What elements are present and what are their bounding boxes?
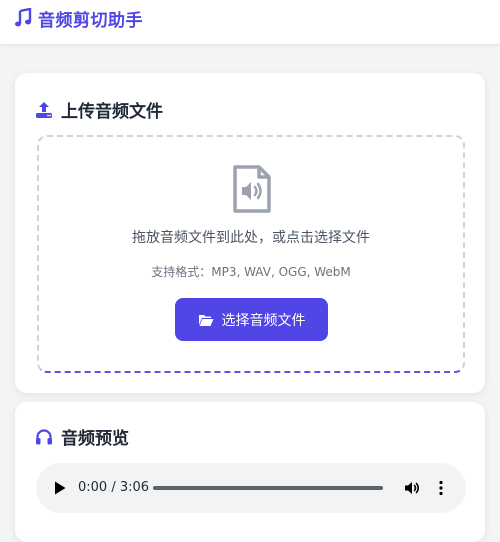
drop-zone[interactable]: 拖放音频文件到此处，或点击选择文件 支持格式：MP3, WAV, OGG, We… [37, 135, 465, 373]
play-icon[interactable] [54, 481, 66, 495]
time-display: 0:00 / 3:06 [78, 480, 150, 495]
upload-card: 上传音频文件 拖放音频文件到此处，或点击选择文件 支持格式：MP3, WAV, … [15, 73, 485, 393]
headphones-icon [36, 428, 52, 444]
preview-card: 音频预览 0:00 / 3:06 [15, 402, 485, 542]
supported-formats: 支持格式：MP3, WAV, OGG, WebM [151, 265, 351, 279]
upload-title: 上传音频文件 [61, 102, 163, 122]
app-title: 音频剪切助手 [38, 10, 143, 31]
audio-file-icon [233, 165, 271, 213]
volume-icon[interactable] [404, 480, 420, 496]
more-vertical-icon[interactable] [439, 480, 443, 496]
choose-file-label: 选择音频文件 [221, 312, 306, 329]
upload-icon [36, 101, 52, 118]
preview-title: 音频预览 [61, 429, 129, 449]
upload-card-header: 上传音频文件 [35, 97, 163, 122]
audio-player[interactable]: 0:00 / 3:06 [36, 463, 466, 513]
preview-card-header: 音频预览 [35, 424, 129, 449]
folder-open-icon [198, 314, 213, 326]
music-note-icon [15, 8, 32, 27]
app-header: 音频剪切助手 [0, 0, 500, 45]
choose-file-button[interactable]: 选择音频文件 [175, 298, 328, 341]
seek-bar[interactable] [153, 486, 383, 490]
drop-instructions: 拖放音频文件到此处，或点击选择文件 [132, 230, 370, 246]
brand: 音频剪切助手 [14, 6, 143, 31]
